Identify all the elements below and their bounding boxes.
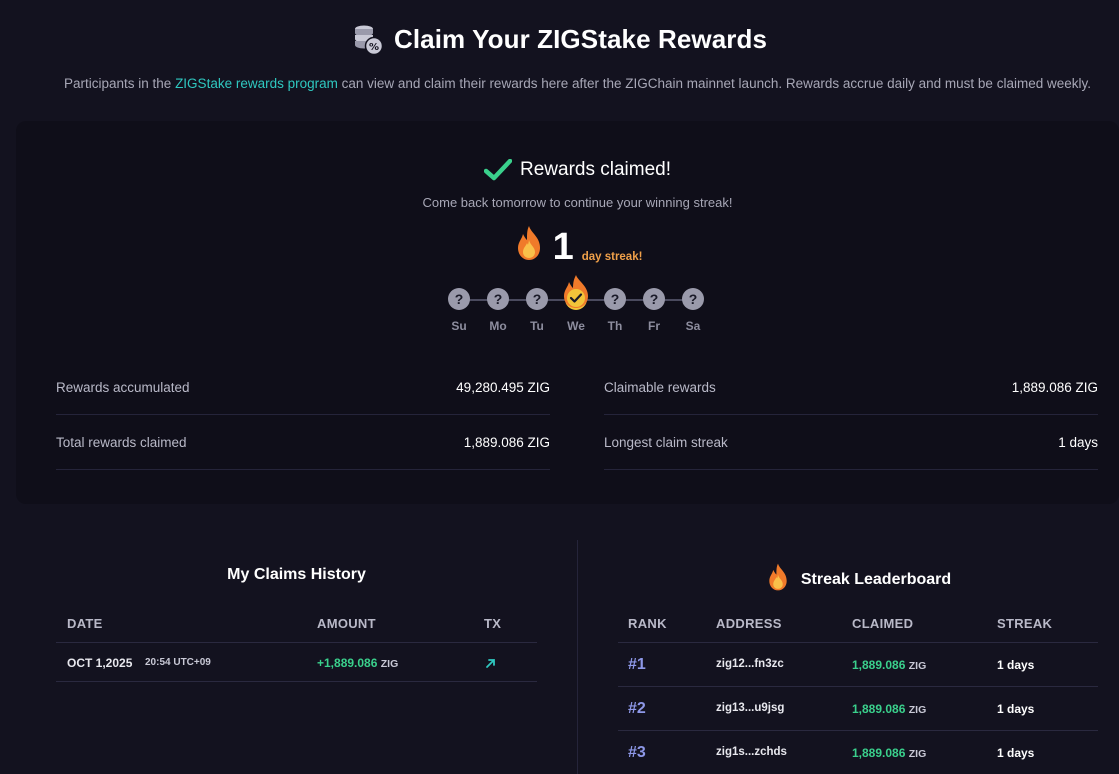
day-label: Mo xyxy=(489,319,507,333)
amount-unit: ZIG xyxy=(908,660,927,672)
amount-value: 1,889.086 xyxy=(852,702,906,716)
intro-text: Participants in the xyxy=(64,76,176,91)
rewards-program-link[interactable]: ZIGStake rewards program xyxy=(175,76,338,91)
stat-label: Claimable rewards xyxy=(604,379,716,395)
check-circle-icon xyxy=(567,289,585,307)
table-divider xyxy=(618,686,1098,687)
rank: #3 xyxy=(628,744,646,761)
col-header-rank: RANK xyxy=(628,616,667,631)
day-sunday: ? Su xyxy=(447,288,471,333)
stat-label: Total rewards claimed xyxy=(56,434,187,450)
stat-value: 49,280.495 ZIG xyxy=(456,379,550,395)
day-label: Th xyxy=(607,319,623,333)
streak-count: 1 xyxy=(552,226,574,268)
col-header-tx: TX xyxy=(484,616,502,631)
claimed-amount: 1,889.086 ZIG xyxy=(852,658,926,672)
table-divider xyxy=(56,642,537,643)
day-label: Su xyxy=(451,319,467,333)
page-header: % Claim Your ZIGStake Rewards xyxy=(0,22,1119,61)
day-unknown-icon: ? xyxy=(604,288,626,310)
page-title: Claim Your ZIGStake Rewards xyxy=(393,23,768,54)
stat-rewards-accumulated: Rewards accumulated 49,280.495 ZIG xyxy=(56,360,550,415)
page-intro: Participants in the ZIGStake rewards pro… xyxy=(0,76,1119,91)
stat-longest-streak: Longest claim streak 1 days xyxy=(604,415,1098,470)
fire-icon xyxy=(765,562,791,597)
stat-value: 1 days xyxy=(1058,434,1098,450)
rank: #2 xyxy=(628,700,646,717)
address: zig13...u9jsg xyxy=(716,702,785,714)
amount-unit: ZIG xyxy=(908,704,927,716)
day-unknown-icon: ? xyxy=(643,288,665,310)
day-unknown-icon: ? xyxy=(448,288,470,310)
fire-icon xyxy=(560,274,592,316)
day-label: Fr xyxy=(648,319,660,333)
claim-time: 20:54 UTC+09 xyxy=(145,657,211,668)
col-header-streak: STREAK xyxy=(997,616,1053,631)
stat-total-claimed: Total rewards claimed 1,889.086 ZIG xyxy=(56,415,550,470)
address: zig12...fn3zc xyxy=(716,658,784,670)
claim-amount: +1,889.086 ZIG xyxy=(317,656,398,670)
day-saturday: ? Sa xyxy=(681,288,705,333)
day-unknown-icon: ? xyxy=(682,288,704,310)
claimed-amount: 1,889.086 ZIG xyxy=(852,746,926,760)
fire-icon xyxy=(513,224,545,267)
claimed-amount: 1,889.086 ZIG xyxy=(852,702,926,716)
col-header-address: ADDRESS xyxy=(716,616,782,631)
day-claimed xyxy=(564,275,588,310)
amount-unit: ZIG xyxy=(908,748,927,760)
amount-unit: ZIG xyxy=(380,658,399,670)
streak-value: 1 days xyxy=(997,658,1035,672)
leaderboard-header: Streak Leaderboard xyxy=(618,562,1098,597)
leaderboard-title: Streak Leaderboard xyxy=(800,570,952,588)
claim-date: OCT 1,2025 xyxy=(67,656,133,670)
address: zig1s...zchds xyxy=(716,746,787,758)
coins-percent-icon: % xyxy=(352,22,384,56)
stat-value: 1,889.086 ZIG xyxy=(1011,379,1098,395)
streak-value: 1 days xyxy=(997,702,1035,716)
day-label: Sa xyxy=(685,319,701,333)
claim-status-subtitle: Come back tomorrow to continue your winn… xyxy=(422,195,733,210)
amount-value: 1,889.086 xyxy=(852,658,906,672)
intro-text-end: can view and claim their rewards here af… xyxy=(337,76,1091,91)
amount-value: +1,889.086 xyxy=(317,656,378,670)
col-header-amount: AMOUNT xyxy=(317,616,376,631)
table-divider xyxy=(618,642,1098,643)
streak-counter: 1 day streak! xyxy=(0,224,1119,267)
table-divider xyxy=(56,681,537,682)
day-thursday: ? Th xyxy=(603,288,627,333)
day-tuesday: ? Tu xyxy=(525,288,549,333)
table-divider xyxy=(618,730,1098,731)
day-unknown-icon: ? xyxy=(526,288,548,310)
claim-status-title: Rewards claimed! xyxy=(520,159,671,180)
tx-link[interactable] xyxy=(485,656,496,674)
streak-value: 1 days xyxy=(997,746,1035,760)
arrow-up-right-icon xyxy=(486,659,495,668)
stat-label: Longest claim streak xyxy=(604,434,728,450)
day-label: Tu xyxy=(530,319,544,333)
amount-value: 1,889.086 xyxy=(852,746,906,760)
streak-label: day streak! xyxy=(581,251,643,263)
day-wednesday: We xyxy=(564,275,588,333)
rank: #1 xyxy=(628,656,646,673)
day-unknown-icon: ? xyxy=(487,288,509,310)
day-monday: ? Mo xyxy=(486,288,510,333)
checkmark-icon xyxy=(483,158,513,181)
svg-text:%: % xyxy=(369,42,379,53)
day-label: We xyxy=(567,319,585,333)
stat-claimable: Claimable rewards 1,889.086 ZIG xyxy=(604,360,1098,415)
claim-status: Rewards claimed! xyxy=(0,158,1119,181)
section-divider xyxy=(577,540,578,774)
stat-label: Rewards accumulated xyxy=(56,379,190,395)
claims-history-title: My Claims History xyxy=(227,566,366,583)
stat-value: 1,889.086 ZIG xyxy=(463,434,550,450)
col-header-claimed: CLAIMED xyxy=(852,616,914,631)
weekly-streak-tracker: ? Su ? Mo ? Tu We ? Th ? Fr ? Sa xyxy=(446,275,708,344)
col-header-date: DATE xyxy=(67,616,103,631)
day-friday: ? Fr xyxy=(642,288,666,333)
